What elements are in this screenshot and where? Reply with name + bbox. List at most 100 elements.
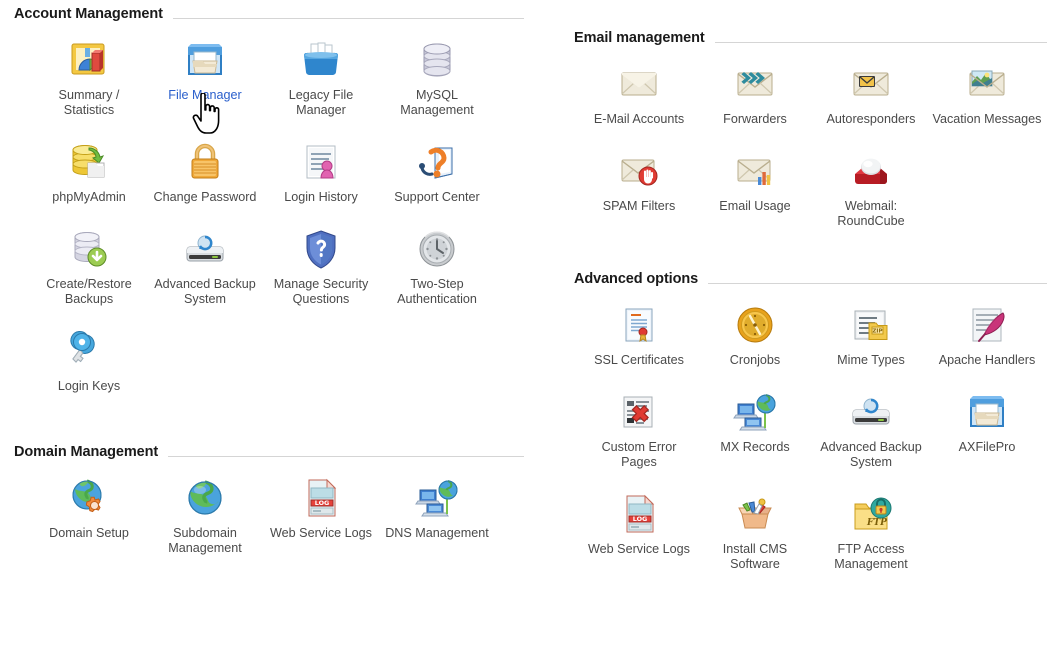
tile-login-keys[interactable]: Login Keys <box>31 313 147 400</box>
control-panel-page: Account Management Summary / Statistics … <box>0 0 1053 671</box>
tile-two-step-authentication[interactable]: Two-Step Authentication <box>379 211 495 313</box>
tile-label: Subdomain Management <box>168 526 242 555</box>
tile-custom-error-pages[interactable]: Custom Error Pages <box>581 374 697 476</box>
tile-phpmyadmin[interactable]: phpMyAdmin <box>31 124 147 211</box>
envelope-spam-icon <box>615 147 663 195</box>
section-domain-management: Domain Management Domain Setup Subdomain… <box>0 444 530 562</box>
section-header-email-management: Email management <box>560 30 1053 46</box>
tile-legacy-file-manager[interactable]: Legacy File Manager <box>263 22 379 124</box>
tile-label: MySQL Management <box>400 88 474 117</box>
envelope-autoresponder-icon <box>847 60 895 108</box>
tile-summary-statistics[interactable]: Summary / Statistics <box>31 22 147 124</box>
tile-web-service-logs[interactable]: LOG Web Service Logs <box>581 476 697 578</box>
statistics-icon <box>65 36 113 84</box>
tile-apache-handlers[interactable]: Apache Handlers <box>929 287 1045 374</box>
tile-label: Install CMS Software <box>722 542 788 571</box>
tile-label: Autoresponders <box>826 112 916 126</box>
computer-globe-icon <box>413 474 461 522</box>
tile-label: SSL Certificates <box>594 353 684 367</box>
section-header-domain-management: Domain Management <box>0 444 530 460</box>
login-history-icon <box>297 138 345 186</box>
tile-label: Cronjobs <box>729 353 781 367</box>
tile-file-manager[interactable]: File Manager <box>147 22 263 124</box>
tile-label: Create/Restore Backups <box>46 277 132 306</box>
icon-grid-account-management: Summary / Statistics File Manager Legacy… <box>0 22 530 400</box>
tile-label: Advanced Backup System <box>154 277 256 306</box>
tile-label: Manage Security Questions <box>273 277 369 306</box>
tile-axfilepro[interactable]: AXFilePro <box>929 374 1045 476</box>
tile-forwarders[interactable]: Forwarders <box>697 46 813 133</box>
envelope-chart-icon <box>731 147 779 195</box>
tile-mime-types[interactable]: ZIP Mime Types <box>813 287 929 374</box>
tile-support-center[interactable]: Support Center <box>379 124 495 211</box>
svg-text:LOG: LOG <box>633 515 648 523</box>
tile-ssl-certificates[interactable]: SSL Certificates <box>581 287 697 374</box>
tile-dns-management[interactable]: DNS Management <box>379 460 495 562</box>
section-title: Domain Management <box>14 444 159 460</box>
tile-webmail-roundcube[interactable]: Webmail: RoundCube <box>813 133 929 235</box>
tile-subdomain-management[interactable]: Subdomain Management <box>147 460 263 562</box>
left-column: Account Management Summary / Statistics … <box>0 0 530 562</box>
tile-email-usage[interactable]: Email Usage <box>697 133 813 235</box>
tile-label: Vacation Messages <box>932 112 1042 126</box>
tile-cronjobs[interactable]: Cronjobs <box>697 287 813 374</box>
tile-install-cms-software[interactable]: Install CMS Software <box>697 476 813 578</box>
log-file-icon: LOG <box>297 474 345 522</box>
cms-box-icon <box>731 490 779 538</box>
tile-label: Email Usage <box>719 199 791 213</box>
tile-spam-filters[interactable]: SPAM Filters <box>581 133 697 235</box>
key-icon <box>65 327 113 375</box>
tile-label: Advanced Backup System <box>820 440 922 469</box>
ftp-folder-lock-icon: FTP <box>847 490 895 538</box>
tile-mysql-management[interactable]: MySQL Management <box>379 22 495 124</box>
section-divider <box>714 41 1047 43</box>
tile-label: DNS Management <box>385 526 489 540</box>
tile-login-history[interactable]: Login History <box>263 124 379 211</box>
tile-advanced-backup-system[interactable]: Advanced Backup System <box>813 374 929 476</box>
tile-label: FTP Access Management <box>834 542 908 571</box>
section-title: Account Management <box>14 6 163 22</box>
icon-grid-email-management: E-Mail Accounts Forwarders Autoresponder… <box>560 46 1053 235</box>
tile-vacation-messages[interactable]: Vacation Messages <box>929 46 1045 133</box>
tile-label: Support Center <box>394 190 480 204</box>
database-icon <box>413 36 461 84</box>
tile-advanced-backup-system[interactable]: Advanced Backup System <box>147 211 263 313</box>
hard-drive-icon <box>181 225 229 273</box>
tile-label: Legacy File Manager <box>288 88 354 117</box>
certificate-icon <box>615 301 663 349</box>
globe-gear-icon <box>65 474 113 522</box>
clock-icon <box>731 301 779 349</box>
backup-restore-icon <box>65 225 113 273</box>
section-title: Email management <box>574 30 705 46</box>
tile-e-mail-accounts[interactable]: E-Mail Accounts <box>581 46 697 133</box>
tile-domain-setup[interactable]: Domain Setup <box>31 460 147 562</box>
tile-change-password[interactable]: Change Password <box>147 124 263 211</box>
tile-manage-security-questions[interactable]: Manage Security Questions <box>263 211 379 313</box>
tile-mx-records[interactable]: MX Records <box>697 374 813 476</box>
tile-label: phpMyAdmin <box>52 190 126 204</box>
file-manager-icon <box>963 388 1011 436</box>
file-manager-icon <box>181 36 229 84</box>
right-column: Email management E-Mail Accounts Forward… <box>560 0 1053 578</box>
legacy-file-manager-icon <box>297 36 345 84</box>
tile-ftp-access-management[interactable]: FTP FTP Access Management <box>813 476 929 578</box>
tile-web-service-logs[interactable]: LOG Web Service Logs <box>263 460 379 562</box>
section-account-management: Account Management Summary / Statistics … <box>0 6 530 400</box>
section-header-account-management: Account Management <box>0 6 530 22</box>
tile-label: Login Keys <box>57 379 121 393</box>
tile-autoresponders[interactable]: Autoresponders <box>813 46 929 133</box>
tile-label: Login History <box>284 190 358 204</box>
tile-label: Web Service Logs <box>270 526 372 540</box>
support-center-icon <box>413 138 461 186</box>
tile-label: Two-Step Authentication <box>397 277 477 306</box>
tile-create-restore-backups[interactable]: Create/Restore Backups <box>31 211 147 313</box>
tile-label: Forwarders <box>723 112 787 126</box>
globe-icon <box>181 474 229 522</box>
tile-label: SPAM Filters <box>602 199 676 213</box>
error-page-icon <box>615 388 663 436</box>
section-divider <box>168 455 524 457</box>
tile-label: Change Password <box>153 190 257 204</box>
tile-label: MX Records <box>720 440 790 454</box>
icon-grid-domain-management: Domain Setup Subdomain Management LOG We… <box>0 460 530 562</box>
computer-globe-icon <box>731 388 779 436</box>
